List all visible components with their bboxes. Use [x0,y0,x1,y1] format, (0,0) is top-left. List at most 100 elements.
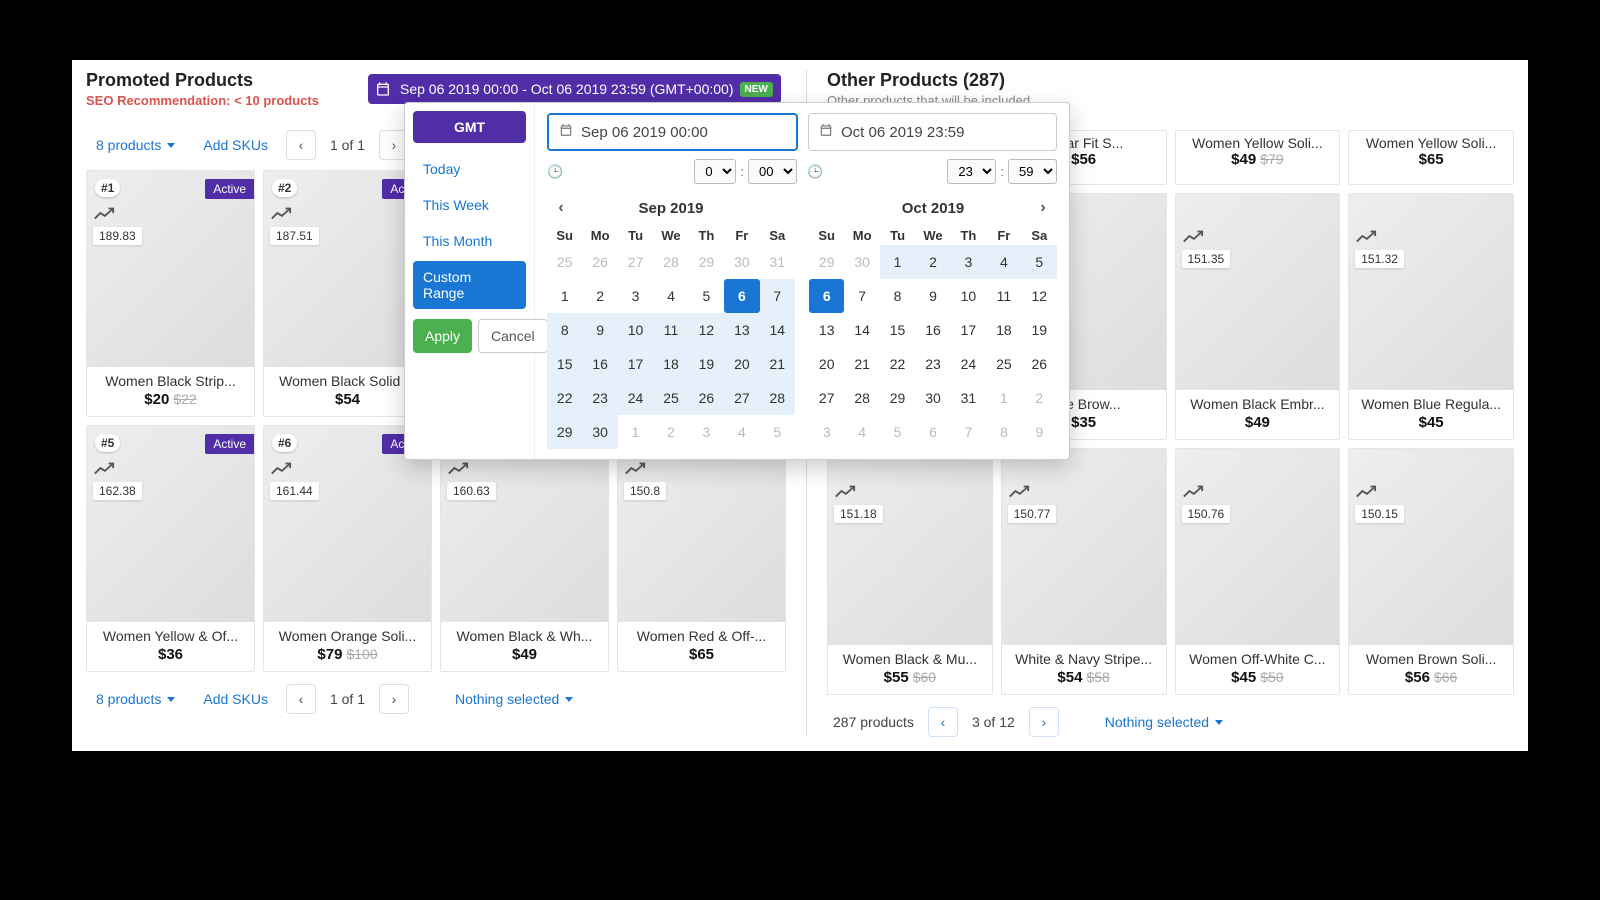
calendar-day[interactable]: 15 [880,313,915,347]
calendar-day[interactable]: 17 [951,313,986,347]
calendar-day[interactable]: 4 [844,415,879,449]
calendar-day[interactable]: 2 [915,245,950,279]
calendar-day[interactable]: 31 [951,381,986,415]
calendar-day[interactable]: 16 [582,347,617,381]
calendar-day[interactable]: 12 [1022,279,1057,313]
calendar-day[interactable]: 10 [618,313,653,347]
calendar-day[interactable]: 4 [724,415,759,449]
calendar-day[interactable]: 14 [760,313,795,347]
calendar-day[interactable]: 19 [689,347,724,381]
calendar-day[interactable]: 1 [547,279,582,313]
apply-button[interactable]: Apply [413,319,472,353]
product-card[interactable]: #1Active189.83Women Black Strip...$20$22 [86,170,255,417]
calendar-day[interactable]: 20 [809,347,844,381]
calendar-day[interactable]: 4 [653,279,688,313]
calendar-day[interactable]: 17 [618,347,653,381]
product-card[interactable]: 151.32Women Blue Regula...$45 [1348,193,1514,440]
calendar-day[interactable]: 5 [1022,245,1057,279]
calendar-day[interactable]: 22 [880,347,915,381]
calendar-day[interactable]: 2 [653,415,688,449]
calendar-day[interactable]: 3 [689,415,724,449]
calendar-day[interactable]: 30 [582,415,617,449]
calendar-day[interactable]: 25 [986,347,1021,381]
prev-month-button[interactable]: ‹ [547,194,575,222]
nothing-selected-dropdown[interactable]: Nothing selected [445,685,583,713]
calendar-day[interactable]: 7 [951,415,986,449]
calendar-day[interactable]: 28 [653,245,688,279]
end-date-input[interactable]: Oct 06 2019 23:59 [808,113,1057,151]
calendar-day[interactable]: 31 [760,245,795,279]
product-card[interactable]: 151.35Women Black Embr...$49 [1175,193,1341,440]
calendar-day[interactable]: 18 [653,347,688,381]
calendar-day[interactable]: 15 [547,347,582,381]
calendar-day[interactable]: 25 [653,381,688,415]
products-count-dropdown[interactable]: 8 products [86,685,185,713]
product-card[interactable]: 150.15Women Brown Soli...$56$66 [1348,448,1514,695]
product-card[interactable]: 151.18Women Black & Mu...$55$60 [827,448,993,695]
calendar-day[interactable]: 28 [844,381,879,415]
calendar-day[interactable]: 29 [809,245,844,279]
start-min-select[interactable]: 00 [748,159,797,184]
calendar-day[interactable]: 14 [844,313,879,347]
preset-this-month[interactable]: This Month [413,225,526,257]
product-card[interactable]: 150.77White & Navy Stripe...$54$58 [1001,448,1167,695]
calendar-day[interactable]: 28 [760,381,795,415]
preset-this-week[interactable]: This Week [413,189,526,221]
calendar-day[interactable]: 30 [915,381,950,415]
calendar-day[interactable]: 11 [653,313,688,347]
calendar-day[interactable]: 13 [724,313,759,347]
calendar-day[interactable]: 1 [880,245,915,279]
calendar-day[interactable]: 16 [915,313,950,347]
start-date-input[interactable]: Sep 06 2019 00:00 [547,113,798,151]
timezone-button[interactable]: GMT [413,111,526,143]
calendar-day[interactable]: 2 [1022,381,1057,415]
calendar-day[interactable]: 8 [547,313,582,347]
calendar-day[interactable]: 24 [951,347,986,381]
calendar-day[interactable]: 3 [951,245,986,279]
calendar-day[interactable]: 5 [880,415,915,449]
calendar-day[interactable]: 26 [1022,347,1057,381]
add-skus-button[interactable]: Add SKUs [193,131,278,159]
calendar-day[interactable]: 29 [689,245,724,279]
calendar-day[interactable]: 1 [618,415,653,449]
calendar-day[interactable]: 1 [986,381,1021,415]
calendar-day[interactable]: 2 [582,279,617,313]
calendar-day[interactable]: 26 [689,381,724,415]
calendar-day[interactable]: 6 [809,279,844,313]
calendar-day[interactable]: 4 [986,245,1021,279]
product-card-mini[interactable]: Women Yellow Soli...$49$79 [1175,130,1341,185]
date-range-bar[interactable]: Sep 06 2019 00:00 - Oct 06 2019 23:59 (G… [368,74,781,104]
calendar-day[interactable]: 5 [689,279,724,313]
calendar-day[interactable]: 20 [724,347,759,381]
calendar-day[interactable]: 9 [582,313,617,347]
calendar-day[interactable]: 5 [760,415,795,449]
product-card[interactable]: 160.63Women Black & Wh...$49 [440,425,609,672]
calendar-day[interactable]: 21 [760,347,795,381]
calendar-day[interactable]: 7 [844,279,879,313]
calendar-day[interactable]: 29 [547,415,582,449]
calendar-day[interactable]: 27 [809,381,844,415]
calendar-day[interactable]: 7 [760,279,795,313]
add-skus-button[interactable]: Add SKUs [193,685,278,713]
calendar-day[interactable]: 29 [880,381,915,415]
next-month-button[interactable]: › [1029,194,1057,222]
end-hour-select[interactable]: 23 [947,159,996,184]
calendar-day[interactable]: 9 [915,279,950,313]
calendar-day[interactable]: 22 [547,381,582,415]
calendar-day[interactable]: 3 [618,279,653,313]
end-min-select[interactable]: 59 [1008,159,1057,184]
pager-prev[interactable]: ‹ [286,130,316,160]
calendar-day[interactable]: 6 [915,415,950,449]
calendar-day[interactable]: 13 [809,313,844,347]
pager-next[interactable]: › [1029,707,1059,737]
calendar-day[interactable]: 8 [986,415,1021,449]
calendar-day[interactable]: 26 [582,245,617,279]
pager-next[interactable]: › [379,684,409,714]
calendar-day[interactable]: 19 [1022,313,1057,347]
nothing-selected-dropdown[interactable]: Nothing selected [1095,708,1233,736]
calendar-day[interactable]: 6 [724,279,759,313]
calendar-day[interactable]: 24 [618,381,653,415]
calendar-day[interactable]: 27 [618,245,653,279]
calendar-day[interactable]: 23 [582,381,617,415]
preset-custom-range[interactable]: Custom Range [413,261,526,309]
